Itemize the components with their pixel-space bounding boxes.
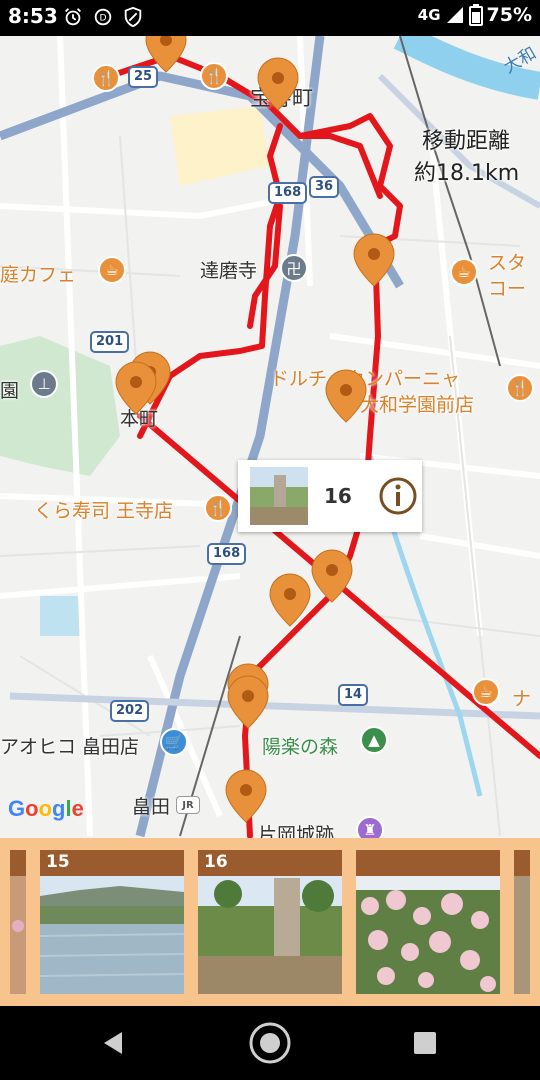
recents-button[interactable] [402,1020,448,1066]
shield-icon [124,6,142,28]
photo-markers [115,36,395,823]
photo-card-17[interactable] [356,850,500,994]
photo-marker[interactable] [227,675,269,729]
alarm-icon [65,8,81,26]
photo-marker[interactable] [225,769,267,823]
photo-card-number: 16 [204,852,228,872]
photo-card-number: 15 [46,852,70,872]
photo-marker[interactable] [269,573,311,627]
info-icon[interactable] [378,476,418,516]
status-time: 8:53 [8,4,58,28]
network-type: 4G [417,6,441,24]
photo-marker[interactable] [115,361,157,415]
google-logo-letter: G [8,796,26,821]
signal-icon [446,7,463,23]
stone-monument-photo [198,876,342,994]
back-button[interactable] [90,1020,136,1066]
map-view[interactable]: 25 168 36 201 168 202 14 宝寿町 移動距離 約18.1k… [0,36,540,838]
photo-marker[interactable] [145,36,187,73]
photo-marker[interactable] [325,369,367,423]
photo-card-partial-left[interactable] [10,850,26,994]
partial-photo [10,876,26,994]
photo-marker[interactable] [353,233,395,287]
photo-marker[interactable] [311,549,353,603]
photo-card-15[interactable]: 15 [40,850,184,994]
pink-flowers-photo [356,876,500,994]
photo-card-16[interactable]: 16 [198,850,342,994]
data-saver-icon: D [94,8,112,26]
battery-percent: 75% [486,4,532,26]
status-bar: 8:53 D 4G 75% [0,0,540,36]
rice-field-photo [40,876,184,994]
google-logo-letter: g [52,796,66,821]
google-logo: Google [8,796,84,822]
photo-marker[interactable] [257,57,299,111]
info-photo-number: 16 [324,484,352,508]
battery-icon [468,4,483,26]
marker-info-window[interactable]: 16 [238,460,422,532]
svg-text:D: D [99,13,106,24]
photo-strip[interactable]: 15 16 [0,838,540,1006]
system-nav-bar [0,1006,540,1080]
partial-photo [514,876,530,994]
google-logo-letter: o [38,796,53,821]
photo-card-partial-right[interactable] [514,850,530,994]
home-button[interactable] [247,1020,293,1066]
google-logo-letter: e [71,796,84,821]
google-logo-letter: o [25,796,39,821]
info-thumbnail [250,467,308,525]
